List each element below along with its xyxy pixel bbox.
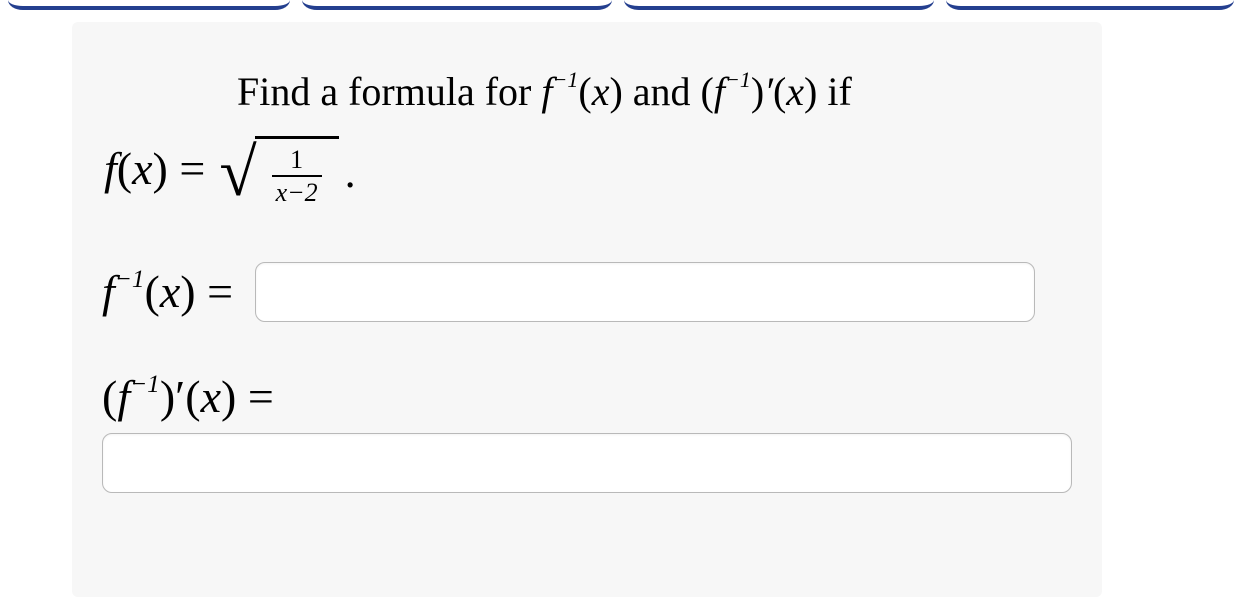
- answer-row-finv-prime: (f−1)′(x) =: [102, 370, 1072, 493]
- sqrt-expression: √ 1 x−2: [219, 134, 338, 204]
- question-panel: Find a formula for f−1(x) and (f−1)′(x) …: [72, 22, 1102, 597]
- prompt-tail: if: [817, 69, 851, 114]
- radicand: 1 x−2: [255, 136, 339, 206]
- answer-row-finv: f−1(x) =: [102, 262, 1072, 322]
- prompt-lead: Find a formula for: [237, 69, 541, 114]
- input-finv[interactable]: [255, 262, 1035, 322]
- fraction: 1 x−2: [272, 147, 322, 206]
- question-prompt: Find a formula for f−1(x) and (f−1)′(x) …: [237, 68, 1072, 116]
- input-finv-prime[interactable]: [102, 433, 1072, 493]
- prompt-middle: and: [623, 69, 701, 114]
- top-nav-border: [0, 0, 1242, 10]
- given-lhs: f(x) =: [104, 142, 205, 195]
- expr-finv: f−1(x): [541, 69, 622, 114]
- fraction-numerator: 1: [272, 147, 322, 175]
- given-function: f(x) = √ 1 x−2 .: [104, 134, 1072, 204]
- label-finv-prime: (f−1)′(x) =: [102, 370, 1072, 423]
- expr-finv-prime: (f−1)′(x): [701, 69, 818, 114]
- given-period: .: [345, 147, 356, 198]
- radical-sign: √: [219, 144, 256, 202]
- fraction-denominator: x−2: [272, 175, 322, 206]
- label-finv: f−1(x) =: [102, 265, 233, 318]
